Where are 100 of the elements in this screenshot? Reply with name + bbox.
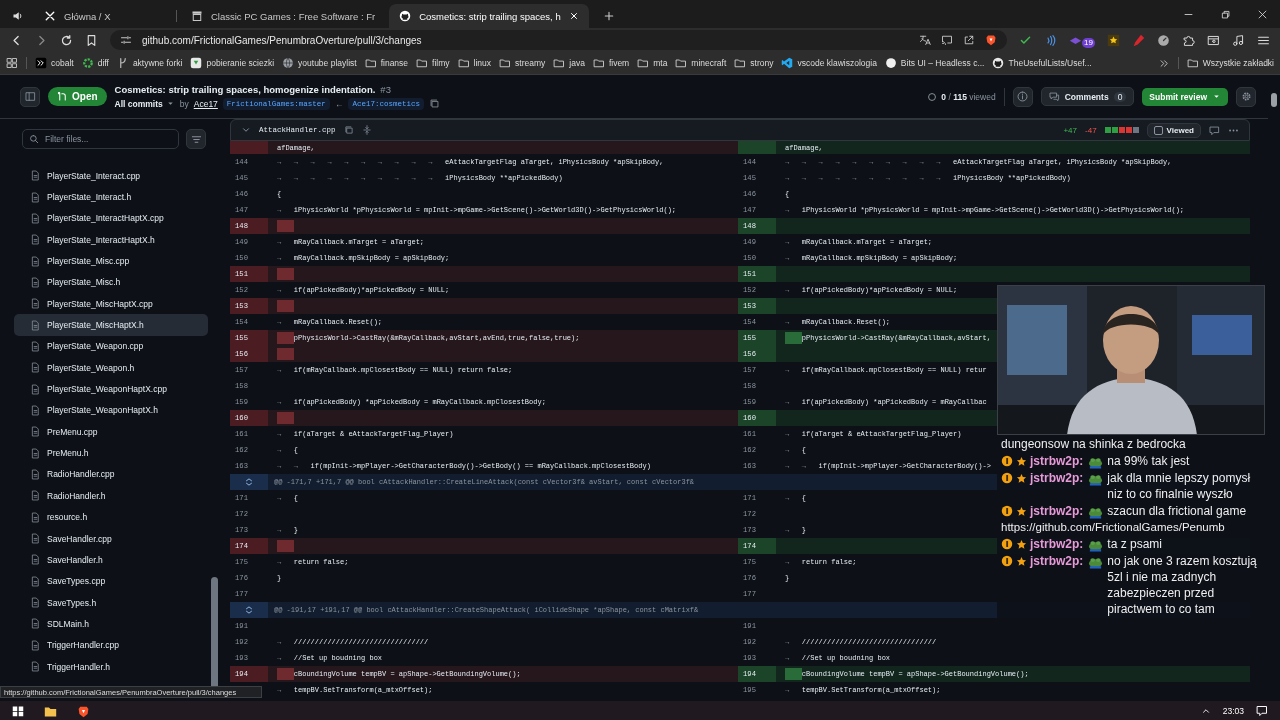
site-settings-icon[interactable] (120, 34, 132, 46)
apps-icon[interactable] (6, 57, 18, 69)
file-item[interactable]: PlayerState_InteractHaptX.cpp (14, 207, 208, 230)
share-icon[interactable] (963, 34, 976, 46)
file-item[interactable]: PlayerState_WeaponHaptX.cpp (14, 378, 208, 400)
file-item[interactable]: PlayerState_Weapon.h (14, 357, 208, 379)
filter-field[interactable]: Filter files... (22, 129, 179, 149)
scrollbar[interactable] (210, 577, 218, 689)
chevron-down-icon[interactable] (241, 125, 251, 135)
browser-tab[interactable]: Cosmetics: strip trailing spaces, h (389, 4, 589, 28)
subscriber-badge-icon (1001, 472, 1013, 484)
checkbox[interactable] (1153, 125, 1163, 135)
file-item[interactable]: TriggerHandler.h (14, 655, 208, 678)
file-item[interactable]: resource.h (14, 506, 208, 528)
bookmark[interactable]: Wszystkie zakładki (1186, 57, 1274, 69)
speaker-icon[interactable] (12, 10, 24, 22)
bookmark[interactable]: mta (637, 57, 668, 69)
file-item[interactable]: SaveHandler.cpp (14, 527, 208, 550)
lion-icon[interactable] (985, 34, 998, 46)
lion-icon[interactable] (77, 704, 90, 718)
file-item[interactable]: PlayerState_Misc.h (14, 271, 208, 294)
commits-dropdown[interactable]: All commits (114, 98, 175, 109)
copy-icon[interactable] (343, 125, 354, 135)
cast-icon[interactable] (941, 34, 954, 46)
bookmark[interactable]: pobieranie sciezki (190, 57, 275, 69)
expand-button[interactable] (230, 474, 268, 490)
comment-icon[interactable] (1209, 124, 1220, 136)
bookmark[interactable]: vscode klawiszologia (781, 57, 877, 69)
bookmark[interactable]: java (553, 57, 585, 69)
pen-icon[interactable] (1132, 33, 1145, 47)
file-icon (30, 170, 41, 182)
reload-icon[interactable] (60, 33, 73, 47)
chevron-up-icon[interactable] (1200, 706, 1211, 716)
new-tab-icon[interactable] (602, 10, 615, 22)
browser-tab[interactable]: Classic PC Games : Free Software : Fr (181, 4, 386, 28)
sidebar-icon[interactable] (1207, 33, 1220, 47)
sidebar-toggle-button[interactable] (20, 86, 40, 107)
chat-link[interactable]: https://github.com/FrictionalGames/Penumb (1001, 519, 1259, 535)
file-item[interactable]: SDLMain.h (14, 613, 208, 635)
file-item[interactable]: TriggerHandler.cpp (14, 634, 208, 656)
chat-username: jstrbw2p: (1030, 536, 1084, 552)
browser-tab[interactable]: Główna / X (34, 4, 172, 28)
expand-icon[interactable] (361, 125, 372, 135)
file-item[interactable]: RadioHandler.cpp (14, 463, 208, 486)
music-icon[interactable] (1232, 33, 1245, 47)
author-link[interactable]: Ace17 (193, 98, 218, 109)
file-item[interactable]: SaveHandler.h (14, 549, 208, 571)
more-chevrons-icon[interactable] (1158, 57, 1170, 69)
bookmark[interactable]: aktywne forki (116, 57, 183, 69)
settings-button[interactable] (1236, 86, 1256, 107)
download-icon (190, 57, 203, 69)
folder-icon (553, 57, 566, 69)
file-item[interactable]: PlayerState_Weapon.cpp (14, 335, 208, 358)
bookmark[interactable]: fivem (592, 57, 630, 69)
bookmark-icon[interactable] (85, 33, 98, 47)
file-item[interactable]: PlayerState_MiscHaptX.h (14, 314, 208, 336)
viewed-button[interactable]: Viewed (1146, 122, 1201, 138)
file-item[interactable]: SaveTypes.cpp (14, 570, 208, 592)
close-icon[interactable] (568, 11, 579, 21)
file-item[interactable]: PlayerState_Misc.cpp (14, 250, 208, 272)
bookmark[interactable]: streamy (499, 57, 546, 69)
bookmark[interactable]: diff (81, 57, 109, 69)
expand-button[interactable] (230, 602, 268, 618)
folder-icon (364, 57, 377, 69)
restore-icon[interactable] (1220, 9, 1231, 20)
close-icon[interactable] (1257, 9, 1268, 20)
file-item[interactable]: PlayerState_Interact.cpp (14, 165, 208, 187)
info-button[interactable] (1012, 86, 1033, 107)
bookmark[interactable]: cobalt (35, 57, 74, 69)
comments-button[interactable]: Comments 0 (1040, 87, 1135, 106)
file-item[interactable]: PlayerState_MiscHaptX.cpp (14, 293, 208, 315)
file-item[interactable]: PlayerState_Interact.h (14, 186, 208, 208)
bookmark[interactable]: finanse (364, 57, 409, 69)
filter-button[interactable] (186, 129, 206, 149)
bookmark[interactable]: youtube playlist (282, 57, 357, 69)
file-item[interactable]: RadioHandler.h (14, 485, 208, 507)
submit-review-button[interactable]: Submit review (1142, 87, 1228, 106)
check-icon[interactable] (1019, 33, 1033, 47)
file-icon (30, 490, 41, 502)
address-bar[interactable]: github.com/FrictionalGames/PenumbraOverture/pull/3/changes (110, 30, 1008, 50)
file-item[interactable]: PreMenu.cpp (14, 421, 208, 443)
bookmark[interactable]: Bits UI – Headless c... (884, 57, 985, 69)
bookmark[interactable]: strony (734, 57, 774, 69)
scrollbar[interactable] (1271, 93, 1277, 107)
file-item[interactable]: PlayerState_WeaponHaptX.h (14, 399, 208, 422)
file-item[interactable]: PlayerState_InteractHaptX.h (14, 229, 208, 251)
start-icon[interactable] (12, 705, 24, 717)
chat-message-text: no jak one 3 razem kosztują 5zl i nie ma zadnych zabezpieczen przed piractwem to co tam (1107, 553, 1258, 617)
translate-icon[interactable] (919, 34, 932, 46)
folder-icon[interactable] (44, 704, 57, 718)
notification-icon[interactable] (1256, 705, 1268, 717)
bookmark[interactable]: linux (457, 57, 492, 69)
gauge-icon[interactable] (1157, 33, 1170, 47)
file-item[interactable]: SaveTypes.h (14, 591, 208, 614)
copy-icon[interactable] (428, 98, 440, 109)
bookmark[interactable]: filmy (416, 57, 450, 69)
puzzle-icon[interactable] (1182, 33, 1195, 47)
bookmark[interactable]: minecraft (675, 57, 727, 69)
file-item[interactable]: PreMenu.h (14, 442, 208, 464)
bookmark[interactable]: TheUsefulLists/Usef... (992, 57, 1092, 69)
